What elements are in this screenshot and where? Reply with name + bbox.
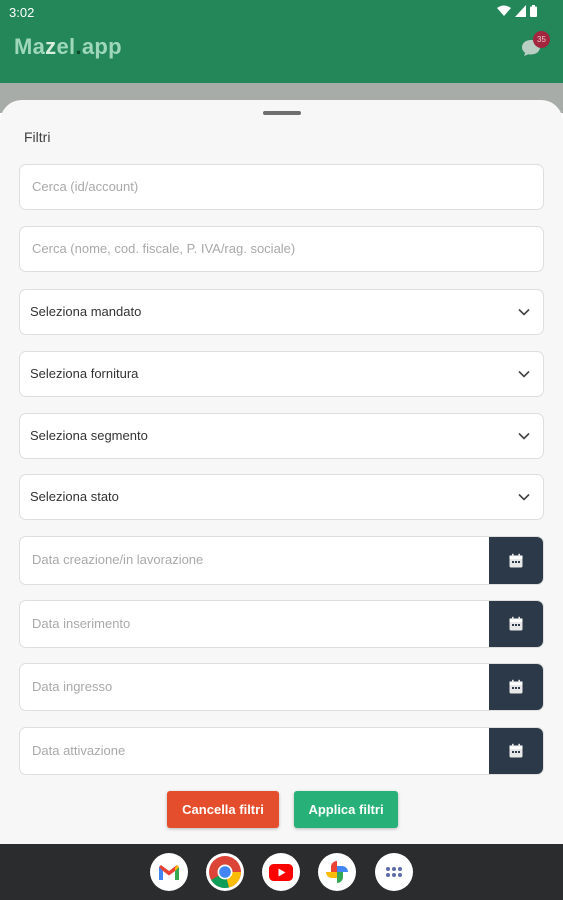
calendar-icon bbox=[509, 616, 523, 631]
select-segmento[interactable]: Seleziona segmento bbox=[19, 413, 544, 459]
apply-filters-button[interactable]: Applica filtri bbox=[294, 791, 398, 828]
date-creazione-field[interactable]: Data creazione/in lavorazione bbox=[19, 536, 544, 585]
calendar-icon bbox=[509, 679, 523, 694]
select-segmento-label: Seleziona segmento bbox=[30, 428, 148, 443]
calendar-icon bbox=[509, 743, 523, 758]
youtube-icon[interactable] bbox=[262, 853, 300, 891]
calendar-button[interactable] bbox=[489, 537, 543, 584]
clear-filters-button[interactable]: Cancella filtri bbox=[167, 791, 279, 828]
app-drawer-icon[interactable] bbox=[375, 853, 413, 891]
date-attivazione-field[interactable]: Data attivazione bbox=[19, 727, 544, 775]
photos-icon[interactable] bbox=[318, 853, 356, 891]
search-name-placeholder: Cerca (nome, cod. fiscale, P. IVA/rag. s… bbox=[32, 241, 296, 256]
sheet-title: Filtri bbox=[24, 129, 51, 145]
select-fornitura-label: Seleziona fornitura bbox=[30, 366, 139, 381]
select-fornitura[interactable]: Seleziona fornitura bbox=[19, 351, 544, 397]
date-inserimento-placeholder: Data inserimento bbox=[32, 616, 131, 631]
date-attivazione-placeholder: Data attivazione bbox=[32, 743, 126, 758]
calendar-button[interactable] bbox=[489, 664, 543, 710]
battery-icon bbox=[530, 5, 537, 17]
search-id-placeholder: Cerca (id/account) bbox=[32, 179, 139, 194]
chevron-down-icon bbox=[518, 493, 530, 501]
app-title: Mazel.app bbox=[14, 34, 122, 59]
search-name-input[interactable]: Cerca (nome, cod. fiscale, P. IVA/rag. s… bbox=[19, 226, 544, 272]
date-inserimento-field[interactable]: Data inserimento bbox=[19, 600, 544, 648]
chrome-icon[interactable] bbox=[206, 853, 244, 891]
status-time: 3:02 bbox=[9, 5, 35, 20]
select-mandato-label: Seleziona mandato bbox=[30, 304, 142, 319]
drag-handle[interactable] bbox=[263, 111, 301, 115]
chevron-down-icon bbox=[518, 308, 530, 316]
dock-bar bbox=[0, 844, 563, 900]
calendar-icon bbox=[509, 553, 523, 567]
calendar-button[interactable] bbox=[489, 728, 543, 774]
wifi-icon bbox=[497, 5, 511, 16]
signal-icon bbox=[515, 5, 526, 17]
filters-sheet: Filtri Cerca (id/account) Cerca (nome, c… bbox=[0, 100, 563, 844]
gmail-icon[interactable] bbox=[150, 853, 188, 891]
calendar-button[interactable] bbox=[489, 601, 543, 647]
select-stato-label: Seleziona stato bbox=[30, 489, 119, 504]
date-ingresso-placeholder: Data ingresso bbox=[32, 679, 113, 694]
date-ingresso-field[interactable]: Data ingresso bbox=[19, 663, 544, 711]
select-mandato[interactable]: Seleziona mandato bbox=[19, 289, 544, 335]
search-id-input[interactable]: Cerca (id/account) bbox=[19, 164, 544, 210]
chevron-down-icon bbox=[518, 432, 530, 440]
notification-badge: 35 bbox=[533, 31, 550, 48]
chevron-down-icon bbox=[518, 370, 530, 378]
status-bar: 3:02 bbox=[0, 0, 563, 26]
status-icons bbox=[497, 5, 537, 17]
date-creazione-placeholder: Data creazione/in lavorazione bbox=[32, 552, 204, 567]
select-stato[interactable]: Seleziona stato bbox=[19, 474, 544, 520]
app-bar: Mazel.app bbox=[0, 26, 563, 83]
